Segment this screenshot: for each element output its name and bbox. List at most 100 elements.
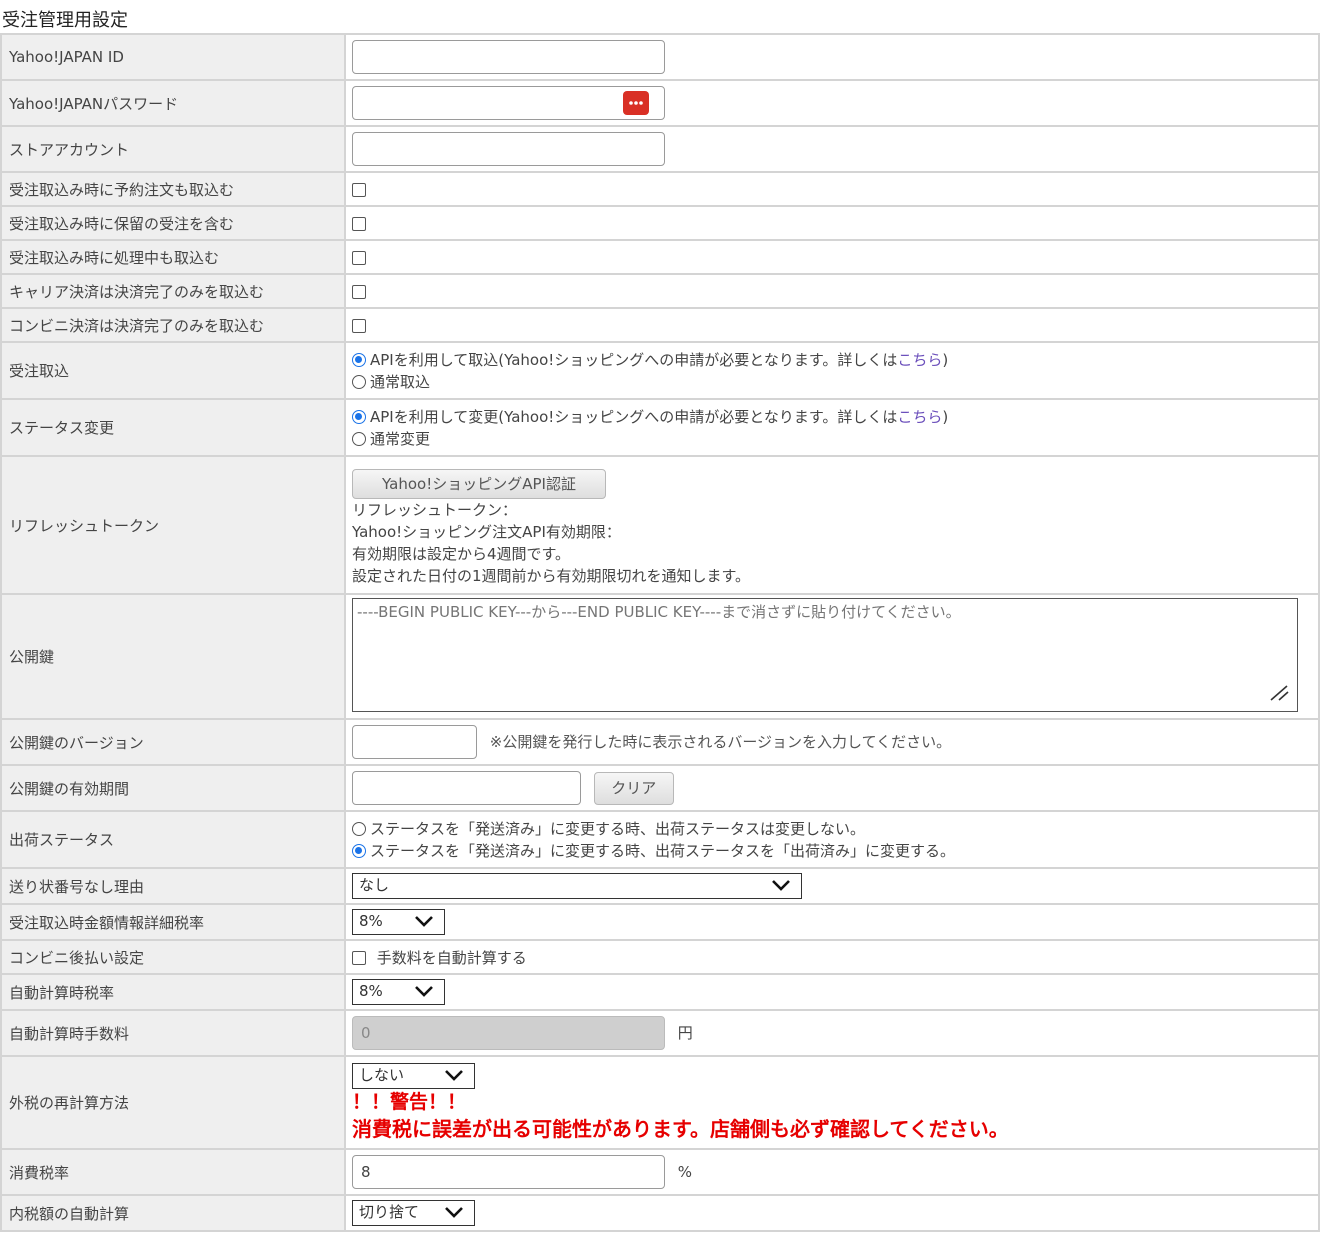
label-carrier: キャリア決済は決済完了のみを取込む <box>0 273 346 309</box>
warning-title: ！！警告！！ <box>352 1090 467 1113</box>
yahoo-api-auth-button[interactable]: Yahoo!ショッピングAPI認証 <box>352 469 606 499</box>
hold-checkbox[interactable] <box>352 216 366 231</box>
order-import-option-normal[interactable]: 通常取込 <box>352 371 1318 393</box>
auto-fee-input <box>352 1016 665 1050</box>
row-status-change: ステータス変更 APIを利用して変更(Yahoo!ショッピングへの申請が必要とな… <box>0 398 1320 457</box>
consumption-tax-input[interactable] <box>352 1155 665 1189</box>
inner-tax-auto-select[interactable]: 切り捨て <box>352 1200 475 1226</box>
auto-fee-checkbox-label: 手数料を自動計算する <box>376 948 527 967</box>
amount-tax-rate-select[interactable]: 8% <box>352 909 445 935</box>
chevron-down-icon <box>445 1207 463 1218</box>
row-amount-tax-rate: 受注取込時金額情報詳細税率 8% <box>0 903 1320 941</box>
row-store-account: ストアアカウント <box>0 125 1320 173</box>
label-shipping-status: 出荷ステータス <box>0 810 346 869</box>
label-external-tax: 外税の再計算方法 <box>0 1055 346 1150</box>
label-inner-tax-auto: 内税額の自動計算 <box>0 1194 346 1232</box>
order-import-radio-api[interactable] <box>352 353 366 367</box>
row-auto-fee: 自動計算時手数料 円 <box>0 1009 1320 1057</box>
shipping-status-radio2[interactable] <box>352 844 366 858</box>
row-order-import: 受注取込 APIを利用して取込(Yahoo!ショッピングへの申請が必要となります… <box>0 341 1320 400</box>
row-key-validity: 公開鍵の有効期間 クリア <box>0 764 1320 812</box>
label-public-key: 公開鍵 <box>0 593 346 720</box>
processing-checkbox[interactable] <box>352 250 366 265</box>
row-consumption-tax: 消費税率 % <box>0 1148 1320 1196</box>
reservation-checkbox[interactable] <box>352 182 366 197</box>
label-no-tracking-reason: 送り状番号なし理由 <box>0 867 346 905</box>
row-key-version: 公開鍵のバージョン ※公開鍵を発行した時に表示されるバージョンを入力してください… <box>0 718 1320 766</box>
label-hold: 受注取込み時に保留の受注を含む <box>0 205 346 241</box>
order-import-help-link[interactable]: こちら <box>897 351 942 369</box>
label-refresh-token: リフレッシュトークン <box>0 455 346 595</box>
row-refresh-token: リフレッシュトークン Yahoo!ショッピングAPI認証 リフレッシュトークン：… <box>0 455 1320 595</box>
public-key-textarea[interactable] <box>352 597 1298 712</box>
row-convenience: コンビニ決済は決済完了のみを取込む <box>0 307 1320 343</box>
chevron-down-icon <box>415 986 433 997</box>
row-auto-tax-rate: 自動計算時税率 8% <box>0 973 1320 1011</box>
row-cod-setting: コンビニ後払い設定 手数料を自動計算する <box>0 939 1320 975</box>
key-version-input[interactable] <box>352 725 477 759</box>
label-amount-tax-rate: 受注取込時金額情報詳細税率 <box>0 903 346 941</box>
row-yahoo-password: Yahoo!JAPANパスワード <box>0 79 1320 127</box>
row-reservation: 受注取込み時に予約注文も取込む <box>0 171 1320 207</box>
chevron-down-icon <box>772 880 790 891</box>
order-import-radio-normal[interactable] <box>352 375 366 389</box>
store-account-input[interactable] <box>352 132 665 166</box>
auto-tax-rate-select[interactable]: 8% <box>352 979 445 1005</box>
label-auto-fee: 自動計算時手数料 <box>0 1009 346 1057</box>
chevron-down-icon <box>445 1069 463 1081</box>
label-auto-tax-rate: 自動計算時税率 <box>0 973 346 1011</box>
external-tax-select[interactable]: しない <box>352 1062 475 1089</box>
label-yahoo-password: Yahoo!JAPANパスワード <box>0 79 346 127</box>
no-tracking-reason-select[interactable]: なし <box>352 873 802 899</box>
row-no-tracking-reason: 送り状番号なし理由 なし <box>0 867 1320 905</box>
label-yahoo-id: Yahoo!JAPAN ID <box>0 33 346 81</box>
page-title: 受注管理用設定 <box>2 10 128 31</box>
label-reservation: 受注取込み時に予約注文も取込む <box>0 171 346 207</box>
label-consumption-tax: 消費税率 <box>0 1148 346 1196</box>
shipping-status-radio1[interactable] <box>352 822 366 836</box>
status-change-radio-api[interactable] <box>352 410 366 424</box>
shipping-status-option2[interactable]: ステータスを「発送済み」に変更する時、出荷ステータスを「出荷済み」に変更する。 <box>352 840 1318 862</box>
convenience-checkbox[interactable] <box>352 318 366 333</box>
row-carrier: キャリア決済は決済完了のみを取込む <box>0 273 1320 309</box>
label-key-version: 公開鍵のバージョン <box>0 718 346 766</box>
expiry-note: 有効期限は設定から4週間です。 <box>352 545 571 563</box>
order-import-option-api[interactable]: APIを利用して取込(Yahoo!ショッピングへの申請が必要となります。詳しくは… <box>352 349 1318 371</box>
password-manager-icon[interactable] <box>623 91 649 115</box>
shipping-status-option1[interactable]: ステータスを「発送済み」に変更する時、出荷ステータスは変更しない。 <box>352 818 1318 840</box>
carrier-checkbox[interactable] <box>352 284 366 299</box>
status-change-option-normal[interactable]: 通常変更 <box>352 428 1318 450</box>
row-inner-tax-auto: 内税額の自動計算 切り捨て <box>0 1194 1320 1232</box>
expiry-notify-note: 設定された日付の1週間前から有効期限切れを通知します。 <box>352 567 751 585</box>
chevron-down-icon <box>415 916 433 927</box>
label-cod-setting: コンビニ後払い設定 <box>0 939 346 975</box>
status-change-help-link[interactable]: こちら <box>897 408 942 426</box>
refresh-token-value: リフレッシュトークン： <box>352 501 518 519</box>
status-change-radio-normal[interactable] <box>352 432 366 446</box>
auto-fee-checkbox[interactable] <box>352 951 366 965</box>
label-status-change: ステータス変更 <box>0 398 346 457</box>
key-version-note: ※公開鍵を発行した時に表示されるバージョンを入力してください。 <box>489 733 952 751</box>
auto-fee-unit: 円 <box>677 1024 693 1042</box>
key-validity-input[interactable] <box>352 771 581 805</box>
yahoo-id-input[interactable] <box>352 40 665 74</box>
warning-text: 消費税に誤差が出る可能性があります。店舗側も必ず確認してください。 <box>352 1116 1009 1141</box>
label-store-account: ストアアカウント <box>0 125 346 173</box>
label-order-import: 受注取込 <box>0 341 346 400</box>
row-shipping-status: 出荷ステータス ステータスを「発送済み」に変更する時、出荷ステータスは変更しない… <box>0 810 1320 869</box>
row-processing: 受注取込み時に処理中も取込む <box>0 239 1320 275</box>
api-expiry-value: Yahoo!ショッピング注文API有効期限： <box>352 523 621 541</box>
status-change-option-api[interactable]: APIを利用して変更(Yahoo!ショッピングへの申請が必要となります。詳しくは… <box>352 406 1318 428</box>
yahoo-password-input[interactable] <box>352 86 665 120</box>
resize-grip-icon[interactable] <box>1268 685 1290 705</box>
row-external-tax: 外税の再計算方法 しない ！！警告！！ 消費税に誤差が出る可能性があります。店舗… <box>0 1055 1320 1150</box>
label-convenience: コンビニ決済は決済完了のみを取込む <box>0 307 346 343</box>
consumption-tax-unit: % <box>677 1163 693 1181</box>
row-hold: 受注取込み時に保留の受注を含む <box>0 205 1320 241</box>
row-yahoo-id: Yahoo!JAPAN ID <box>0 33 1320 81</box>
clear-button[interactable]: クリア <box>593 772 674 805</box>
row-public-key: 公開鍵 <box>0 593 1320 720</box>
settings-table: Yahoo!JAPAN ID Yahoo!JAPANパスワード ストアアカウント… <box>0 33 1320 1232</box>
label-key-validity: 公開鍵の有効期間 <box>0 764 346 812</box>
label-processing: 受注取込み時に処理中も取込む <box>0 239 346 275</box>
